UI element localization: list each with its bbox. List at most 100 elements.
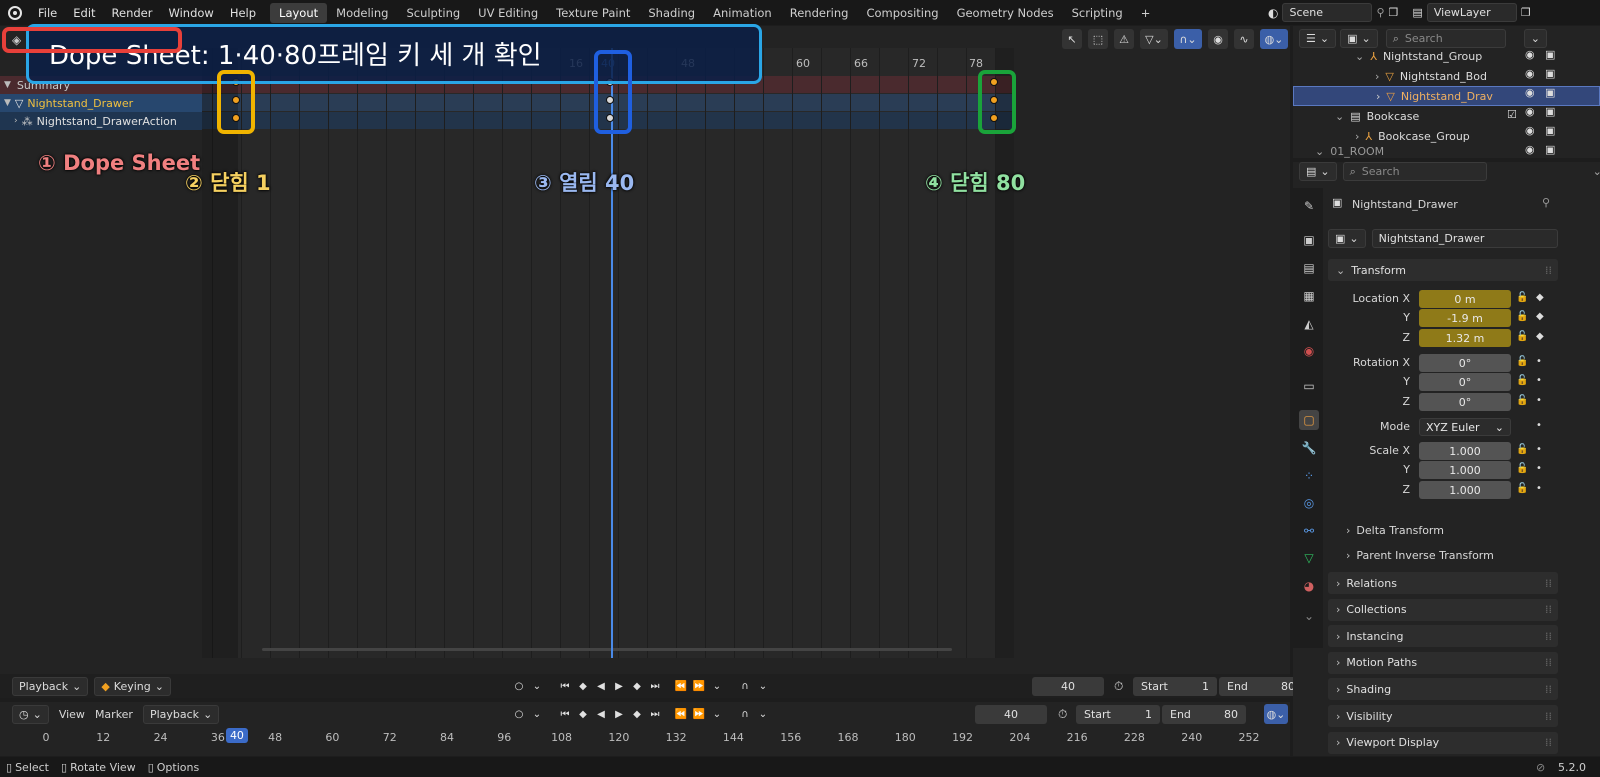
current-frame-field[interactable]: 40 <box>1032 676 1104 696</box>
scene-field[interactable]: Scene <box>1282 3 1373 22</box>
location-z-field[interactable]: 1.32 m <box>1419 329 1511 347</box>
timeline-current-frame-marker[interactable]: 40 <box>225 728 248 743</box>
filter-icon[interactable]: ▽⌄ <box>1140 29 1168 49</box>
panel-relations[interactable]: › Relations ⁞⁞ <box>1328 572 1558 594</box>
chevron-down-icon[interactable]: ⌄ <box>1355 50 1364 63</box>
timeline-start-field[interactable]: Start 1 <box>1076 704 1160 724</box>
keyframe-grid[interactable] <box>202 48 1014 658</box>
play-reverse-icon[interactable]: ◀ <box>592 705 610 723</box>
view-layer-field[interactable]: ViewLayer <box>1426 3 1517 22</box>
overlay-icon[interactable]: ◍⌄ <box>1260 29 1288 49</box>
scale-x-field[interactable]: 1.000 <box>1419 442 1511 460</box>
eye-icon[interactable]: ◉ <box>1525 86 1535 99</box>
next-marker-icon[interactable]: ⏩ <box>690 677 708 695</box>
jump-end-icon[interactable]: ⏭ <box>646 705 664 723</box>
play-icon[interactable]: ▶ <box>610 677 628 695</box>
rotation-y-field[interactable]: 0° <box>1419 373 1511 391</box>
play-icon[interactable]: ▶ <box>610 705 628 723</box>
tool-icon[interactable]: ✎ <box>1299 196 1319 216</box>
checkbox-icon[interactable]: ☑ <box>1507 108 1517 121</box>
menu-window[interactable]: Window <box>160 6 221 20</box>
timeline-playback-dropdown[interactable]: Playback ⌄ <box>142 704 220 724</box>
object-browse-dropdown[interactable]: ▣ ⌄ <box>1328 228 1366 248</box>
keying-dropdown[interactable]: ◆ Keying ⌄ <box>94 676 171 696</box>
camera-icon[interactable]: ▣ <box>1545 124 1555 137</box>
marker-menu[interactable]: Marker <box>95 708 133 721</box>
lock-icon[interactable]: 🔓 <box>1516 375 1528 386</box>
prev-keyframe-icon[interactable]: ◆ <box>574 677 592 695</box>
tab-modeling[interactable]: Modeling <box>327 3 397 23</box>
camera-icon[interactable]: ▣ <box>1545 67 1555 80</box>
material-icon[interactable]: ◕ <box>1299 576 1319 596</box>
tab-uv-editing[interactable]: UV Editing <box>469 3 547 23</box>
particles-icon[interactable]: ⁘ <box>1299 466 1319 486</box>
collapse-icon[interactable]: ▼ <box>4 80 11 90</box>
keyframe-diamond-icon[interactable]: ◆ <box>1536 331 1544 342</box>
tab-sculpting[interactable]: Sculpting <box>397 3 469 23</box>
drag-handle-icon[interactable]: ⁞⁞ <box>1545 683 1552 696</box>
prev-marker-icon[interactable]: ⏪ <box>672 705 690 723</box>
select-tool-icon[interactable]: ↖ <box>1062 29 1082 49</box>
keyframe-dot-icon[interactable]: • <box>1536 356 1542 367</box>
lock-icon[interactable]: 🔓 <box>1516 331 1528 342</box>
eye-icon[interactable]: ◉ <box>1525 143 1535 156</box>
timeline-current-frame[interactable]: 40 <box>975 704 1047 724</box>
constraints-icon[interactable]: ⚯ <box>1299 521 1319 541</box>
snap-icon[interactable]: ∩⌄ <box>1174 29 1202 49</box>
menu-file[interactable]: File <box>30 6 65 20</box>
tab-compositing[interactable]: Compositing <box>857 3 947 23</box>
collapse-icon[interactable]: ▼ <box>4 98 11 108</box>
timeline-editor-type[interactable]: ◷ ⌄ <box>12 704 49 724</box>
drag-handle-icon[interactable]: ⁞⁞ <box>1545 736 1552 749</box>
menu-help[interactable]: Help <box>222 6 264 20</box>
new-view-layer-icon[interactable]: ❐ <box>1521 6 1531 19</box>
playhead[interactable] <box>611 48 613 658</box>
output-icon[interactable]: ▤ <box>1299 258 1319 278</box>
scene-icon[interactable]: ◭ <box>1299 314 1319 334</box>
view-menu[interactable]: View <box>59 708 85 721</box>
timeline-overlay-icon[interactable]: ◍⌄ <box>1264 704 1288 724</box>
rotation-mode-dropdown[interactable]: XYZ Euler ⌄ <box>1419 418 1511 436</box>
chevron-down-icon[interactable]: ⌄ <box>1299 606 1319 626</box>
keyframe-dot-icon[interactable]: • <box>1536 463 1542 474</box>
chevron-right-icon[interactable]: › <box>1355 130 1359 143</box>
camera-icon[interactable]: ▣ <box>1545 86 1555 99</box>
channel-object[interactable]: ▼ ▽ Nightstand_Drawer <box>0 94 202 112</box>
chevron-right-icon[interactable]: › <box>1376 90 1380 103</box>
chevron-down-icon[interactable]: ⌄ <box>1593 165 1600 178</box>
chevron-right-icon[interactable]: › <box>1375 70 1379 83</box>
panel-collections[interactable]: › Collections ⁞⁞ <box>1328 598 1558 621</box>
chevron-down-icon[interactable]: ⌄ <box>1315 145 1324 158</box>
editor-type-icon[interactable]: ◈ <box>12 33 21 47</box>
jump-end-icon[interactable]: ⏭ <box>646 677 664 695</box>
channel-action[interactable]: › ⁂ Nightstand_DrawerAction <box>0 112 202 130</box>
blender-logo-icon[interactable] <box>8 5 22 20</box>
transform-panel-header[interactable]: ⌄ Transform ⁞⁞ <box>1328 259 1558 281</box>
tab-texture-paint[interactable]: Texture Paint <box>547 3 639 23</box>
chevron-down-icon[interactable]: ⌄ <box>528 677 546 695</box>
proportional-icon[interactable]: ◉ <box>1208 29 1228 49</box>
location-x-field[interactable]: 0 m <box>1419 290 1511 308</box>
panel-instancing[interactable]: › Instancing ⁞⁞ <box>1328 625 1558 648</box>
eye-icon[interactable]: ◉ <box>1525 105 1535 118</box>
physics-icon[interactable]: ◎ <box>1299 493 1319 513</box>
delta-transform-subpanel[interactable]: › Delta Transform <box>1346 524 1444 537</box>
collection-icon[interactable]: ▭ <box>1299 376 1319 396</box>
eye-icon[interactable]: ◉ <box>1525 67 1535 80</box>
tab-animation[interactable]: Animation <box>704 3 781 23</box>
drag-handle-icon[interactable]: ⁞⁞ <box>1545 630 1552 643</box>
scale-y-field[interactable]: 1.000 <box>1419 461 1511 479</box>
object-icon[interactable]: ▢ <box>1299 410 1319 430</box>
stopwatch-icon[interactable]: ⏱ <box>1114 679 1123 694</box>
falloff-icon[interactable]: ∿ <box>1234 29 1254 49</box>
next-marker-icon[interactable]: ⏩ <box>690 705 708 723</box>
add-workspace-button[interactable]: + <box>1132 3 1160 23</box>
jump-start-icon[interactable]: ⏮ <box>556 677 574 695</box>
auto-key-icon[interactable]: ∩ <box>736 705 754 723</box>
menu-edit[interactable]: Edit <box>65 6 103 20</box>
expand-icon[interactable]: › <box>14 116 18 126</box>
rotation-z-field[interactable]: 0° <box>1419 393 1511 411</box>
eye-icon[interactable]: ◉ <box>1525 48 1535 61</box>
drag-handle-icon[interactable]: ⁞⁞ <box>1545 264 1552 277</box>
menu-render[interactable]: Render <box>104 6 161 20</box>
